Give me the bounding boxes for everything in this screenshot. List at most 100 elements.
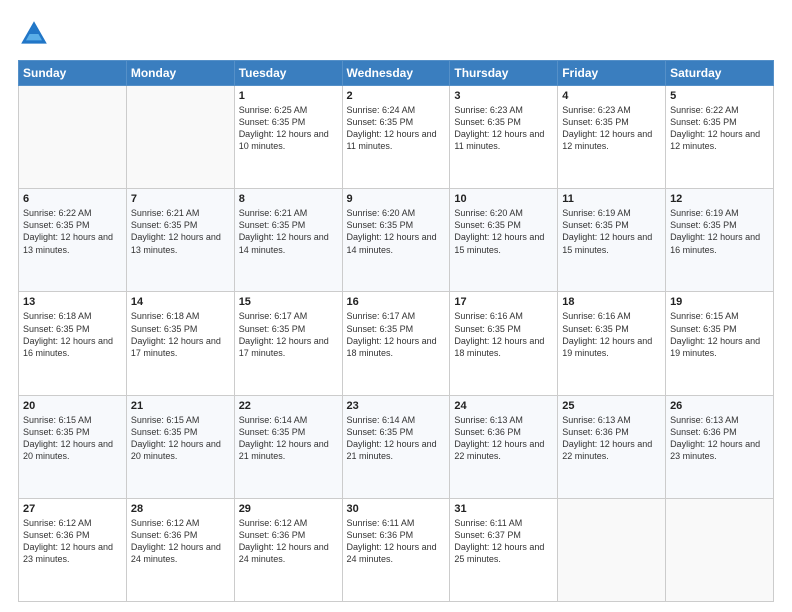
day-info: Sunrise: 6:15 AMSunset: 6:35 PMDaylight:… <box>670 310 769 359</box>
calendar-cell: 6 Sunrise: 6:22 AMSunset: 6:35 PMDaylight… <box>19 189 127 292</box>
day-info: Sunrise: 6:24 AMSunset: 6:35 PMDaylight:… <box>347 104 446 153</box>
calendar-cell: 1 Sunrise: 6:25 AMSunset: 6:35 PMDaylight… <box>234 86 342 189</box>
day-info: Sunrise: 6:12 AMSunset: 6:36 PMDaylight:… <box>131 517 230 566</box>
header <box>18 18 774 50</box>
logo <box>18 18 54 50</box>
day-number: 23 <box>347 400 446 412</box>
calendar-cell: 18 Sunrise: 6:16 AMSunset: 6:35 PMDayligh… <box>558 292 666 395</box>
calendar-cell: 24 Sunrise: 6:13 AMSunset: 6:36 PMDayligh… <box>450 395 558 498</box>
calendar-cell: 30 Sunrise: 6:11 AMSunset: 6:36 PMDayligh… <box>342 498 450 601</box>
calendar-cell: 3Sunrise: 6:23 AMSunset: 6:35 PMDaylight… <box>450 86 558 189</box>
day-info: Sunrise: 6:12 AMSunset: 6:36 PMDaylight:… <box>23 517 122 566</box>
day-info: Sunrise: 6:23 AMSunset: 6:35 PMDaylight:… <box>454 104 553 153</box>
header-day-sunday: Sunday <box>19 61 127 86</box>
header-day-monday: Monday <box>126 61 234 86</box>
calendar-week-3: 20Sunrise: 6:15 AMSunset: 6:35 PMDayligh… <box>19 395 774 498</box>
calendar-week-2: 13Sunrise: 6:18 AMSunset: 6:35 PMDayligh… <box>19 292 774 395</box>
day-number: 31 <box>454 503 553 515</box>
day-number: 7 <box>131 193 230 205</box>
day-number: 5 <box>670 90 769 102</box>
day-number: 29 <box>239 503 338 515</box>
calendar-cell: 4 Sunrise: 6:23 AMSunset: 6:35 PMDaylight… <box>558 86 666 189</box>
day-info: Sunrise: 6:22 AMSunset: 6:35 PMDaylight:… <box>23 207 122 256</box>
calendar-cell: 31 Sunrise: 6:11 AMSunset: 6:37 PMDayligh… <box>450 498 558 601</box>
day-info: Sunrise: 6:15 AMSunset: 6:35 PMDaylight:… <box>131 414 230 463</box>
day-info: Sunrise: 6:15 AMSunset: 6:35 PMDaylight:… <box>23 414 122 463</box>
day-number: 27 <box>23 503 122 515</box>
day-number: 2 <box>347 90 446 102</box>
day-info: Sunrise: 6:11 AMSunset: 6:36 PMDaylight:… <box>347 517 446 566</box>
day-number: 26 <box>670 400 769 412</box>
calendar-cell: 10 Sunrise: 6:20 AMSunset: 6:35 PMDayligh… <box>450 189 558 292</box>
calendar-cell: 14 Sunrise: 6:18 AMSunset: 6:35 PMDayligh… <box>126 292 234 395</box>
calendar-cell: 28Sunrise: 6:12 AMSunset: 6:36 PMDayligh… <box>126 498 234 601</box>
day-info: Sunrise: 6:17 AMSunset: 6:35 PMDaylight:… <box>347 310 446 359</box>
day-number: 21 <box>131 400 230 412</box>
day-number: 4 <box>562 90 661 102</box>
calendar-cell: 7 Sunrise: 6:21 AMSunset: 6:35 PMDaylight… <box>126 189 234 292</box>
calendar-cell: 22Sunrise: 6:14 AMSunset: 6:35 PMDayligh… <box>234 395 342 498</box>
calendar-cell: 21 Sunrise: 6:15 AMSunset: 6:35 PMDayligh… <box>126 395 234 498</box>
header-day-tuesday: Tuesday <box>234 61 342 86</box>
header-day-saturday: Saturday <box>666 61 774 86</box>
calendar-cell: 25Sunrise: 6:13 AMSunset: 6:36 PMDayligh… <box>558 395 666 498</box>
calendar-cell: 5 Sunrise: 6:22 AMSunset: 6:35 PMDaylight… <box>666 86 774 189</box>
day-info: Sunrise: 6:22 AMSunset: 6:35 PMDaylight:… <box>670 104 769 153</box>
day-number: 6 <box>23 193 122 205</box>
day-info: Sunrise: 6:23 AMSunset: 6:35 PMDaylight:… <box>562 104 661 153</box>
header-day-thursday: Thursday <box>450 61 558 86</box>
day-info: Sunrise: 6:19 AMSunset: 6:35 PMDaylight:… <box>670 207 769 256</box>
calendar-cell <box>19 86 127 189</box>
day-number: 16 <box>347 296 446 308</box>
calendar-cell: 2 Sunrise: 6:24 AMSunset: 6:35 PMDaylight… <box>342 86 450 189</box>
calendar-cell: 19 Sunrise: 6:15 AMSunset: 6:35 PMDayligh… <box>666 292 774 395</box>
calendar-cell: 15Sunrise: 6:17 AMSunset: 6:35 PMDayligh… <box>234 292 342 395</box>
day-number: 19 <box>670 296 769 308</box>
day-number: 1 <box>239 90 338 102</box>
day-info: Sunrise: 6:21 AMSunset: 6:35 PMDaylight:… <box>239 207 338 256</box>
day-info: Sunrise: 6:16 AMSunset: 6:35 PMDaylight:… <box>562 310 661 359</box>
day-number: 18 <box>562 296 661 308</box>
day-number: 10 <box>454 193 553 205</box>
calendar-cell: 16 Sunrise: 6:17 AMSunset: 6:35 PMDayligh… <box>342 292 450 395</box>
day-info: Sunrise: 6:19 AMSunset: 6:35 PMDaylight:… <box>562 207 661 256</box>
calendar-table: SundayMondayTuesdayWednesdayThursdayFrid… <box>18 60 774 602</box>
calendar-cell: 9 Sunrise: 6:20 AMSunset: 6:35 PMDaylight… <box>342 189 450 292</box>
header-day-wednesday: Wednesday <box>342 61 450 86</box>
calendar-cell <box>126 86 234 189</box>
day-info: Sunrise: 6:25 AMSunset: 6:35 PMDaylight:… <box>239 104 338 153</box>
day-number: 17 <box>454 296 553 308</box>
day-info: Sunrise: 6:17 AMSunset: 6:35 PMDaylight:… <box>239 310 338 359</box>
calendar-cell: 11 Sunrise: 6:19 AMSunset: 6:35 PMDayligh… <box>558 189 666 292</box>
calendar-cell: 23 Sunrise: 6:14 AMSunset: 6:35 PMDayligh… <box>342 395 450 498</box>
day-info: Sunrise: 6:18 AMSunset: 6:35 PMDaylight:… <box>131 310 230 359</box>
day-info: Sunrise: 6:21 AMSunset: 6:35 PMDaylight:… <box>131 207 230 256</box>
day-number: 24 <box>454 400 553 412</box>
calendar-cell <box>558 498 666 601</box>
day-info: Sunrise: 6:13 AMSunset: 6:36 PMDaylight:… <box>454 414 553 463</box>
day-info: Sunrise: 6:14 AMSunset: 6:35 PMDaylight:… <box>239 414 338 463</box>
header-day-friday: Friday <box>558 61 666 86</box>
day-info: Sunrise: 6:16 AMSunset: 6:35 PMDaylight:… <box>454 310 553 359</box>
calendar-cell: 27 Sunrise: 6:12 AMSunset: 6:36 PMDayligh… <box>19 498 127 601</box>
calendar-header-row: SundayMondayTuesdayWednesdayThursdayFrid… <box>19 61 774 86</box>
day-info: Sunrise: 6:14 AMSunset: 6:35 PMDaylight:… <box>347 414 446 463</box>
day-info: Sunrise: 6:20 AMSunset: 6:35 PMDaylight:… <box>454 207 553 256</box>
day-number: 11 <box>562 193 661 205</box>
page: SundayMondayTuesdayWednesdayThursdayFrid… <box>0 0 792 612</box>
calendar-cell: 29Sunrise: 6:12 AMSunset: 6:36 PMDayligh… <box>234 498 342 601</box>
calendar-week-4: 27 Sunrise: 6:12 AMSunset: 6:36 PMDayligh… <box>19 498 774 601</box>
calendar-cell: 13Sunrise: 6:18 AMSunset: 6:35 PMDayligh… <box>19 292 127 395</box>
calendar-week-1: 6 Sunrise: 6:22 AMSunset: 6:35 PMDaylight… <box>19 189 774 292</box>
day-info: Sunrise: 6:11 AMSunset: 6:37 PMDaylight:… <box>454 517 553 566</box>
calendar-cell: 26 Sunrise: 6:13 AMSunset: 6:36 PMDayligh… <box>666 395 774 498</box>
day-number: 30 <box>347 503 446 515</box>
day-number: 9 <box>347 193 446 205</box>
calendar-cell: 20Sunrise: 6:15 AMSunset: 6:35 PMDayligh… <box>19 395 127 498</box>
day-number: 14 <box>131 296 230 308</box>
day-info: Sunrise: 6:20 AMSunset: 6:35 PMDaylight:… <box>347 207 446 256</box>
calendar-week-0: 1 Sunrise: 6:25 AMSunset: 6:35 PMDaylight… <box>19 86 774 189</box>
day-info: Sunrise: 6:13 AMSunset: 6:36 PMDaylight:… <box>670 414 769 463</box>
logo-icon <box>18 18 50 50</box>
calendar-cell: 17 Sunrise: 6:16 AMSunset: 6:35 PMDayligh… <box>450 292 558 395</box>
